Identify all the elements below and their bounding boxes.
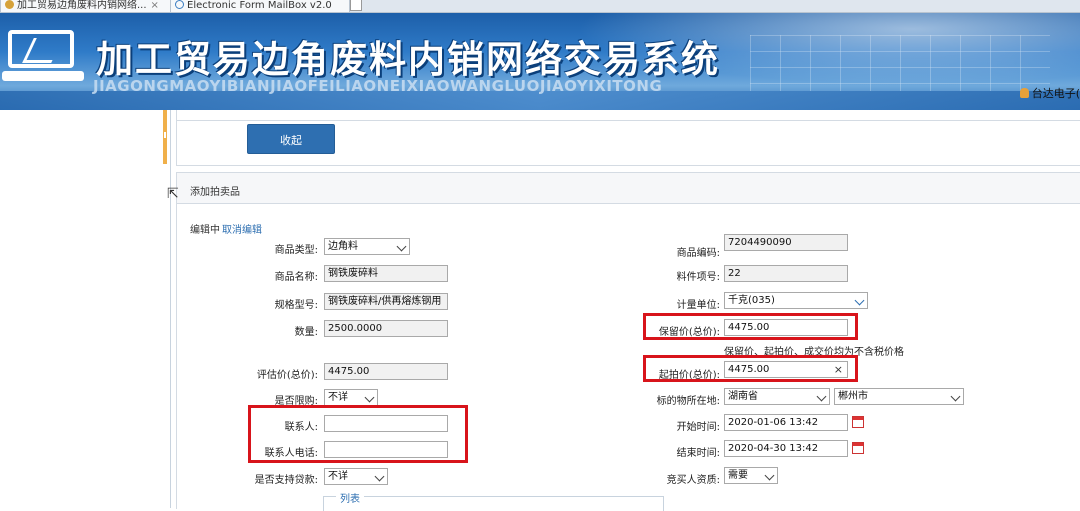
editing-label: 编辑中: [190, 225, 220, 236]
logo-icon: [8, 30, 74, 68]
browser-tab-bar: 加工贸易边角废料内销网络... × Electronic Form MailBox…: [0, 0, 1080, 13]
browser-tab-active[interactable]: 加工贸易边角废料内销网络... ×: [0, 0, 196, 12]
calendar-icon[interactable]: [852, 442, 864, 454]
start-time-input[interactable]: 2020-01-06 13:42: [724, 414, 848, 431]
sidebar-splitter-handle[interactable]: [163, 110, 167, 164]
location-label: 标的物所在地:: [656, 396, 720, 407]
appraised-price-field[interactable]: 4475.00: [324, 363, 448, 380]
chevron-down-icon: [764, 470, 775, 481]
end-time-input[interactable]: 2020-04-30 13:42: [724, 440, 848, 457]
loan-support-select[interactable]: 不详: [324, 468, 388, 485]
chevron-down-icon: [396, 241, 407, 252]
spec-model-field[interactable]: 钢铁废碎料/供再熔炼钢用: [324, 293, 448, 310]
app-title-pinyin: JIAGONGMAOYIBIANJIAOFEILIAONEIXIAOWANGLU…: [93, 77, 663, 95]
user-icon: [1019, 88, 1029, 98]
purchase-limit-select[interactable]: 不详: [324, 389, 378, 406]
product-code-label: 商品编码:: [676, 248, 720, 259]
calendar-icon[interactable]: [852, 416, 864, 428]
chevron-down-icon: [816, 391, 827, 402]
city-select[interactable]: 郴州市: [834, 388, 964, 405]
unit-label: 计量单位:: [676, 300, 720, 311]
spec-model-label: 规格型号:: [274, 300, 318, 311]
product-code-field[interactable]: 7204490090: [724, 234, 848, 251]
product-name-label: 商品名称:: [274, 272, 318, 283]
new-tab-button[interactable]: [350, 0, 362, 11]
unit-select[interactable]: 千克(035): [724, 292, 868, 309]
app-header: 加工贸易边角废料内销网络交易系统 JIAGONGMAOYIBIANJIAOFEI…: [0, 13, 1080, 110]
quantity-field[interactable]: 2500.0000: [324, 320, 448, 337]
highlight-reserve-price: [643, 313, 858, 340]
section-title: 添加拍卖品: [190, 187, 240, 198]
appraised-price-label: 评估价(总价):: [256, 370, 318, 381]
content-divider: [170, 110, 171, 508]
highlight-contact-fields: [248, 405, 468, 463]
chevron-down-icon: [950, 391, 961, 402]
close-tab-icon[interactable]: ×: [151, 0, 159, 11]
product-type-label: 商品类型:: [274, 245, 318, 256]
mouse-cursor-icon: ⇱: [167, 186, 179, 202]
browser-tab-mailbox[interactable]: Electronic Form MailBox v2.0: [170, 0, 350, 12]
app-title: 加工贸易边角废料内销网络交易系统: [96, 38, 720, 81]
product-name-field[interactable]: 钢铁废碎料: [324, 265, 448, 282]
province-select[interactable]: 湖南省: [724, 388, 830, 405]
chevron-down-icon: [854, 295, 865, 306]
cancel-edit-link[interactable]: 取消编辑: [222, 225, 262, 236]
user-info[interactable]: 台达电子(: [1019, 85, 1080, 101]
globe-icon: [175, 0, 184, 9]
end-time-label: 结束时间:: [676, 448, 720, 459]
item-no-field[interactable]: 22: [724, 265, 848, 282]
bidder-qualification-label: 竞买人资质:: [666, 475, 720, 486]
highlight-starting-price: [643, 355, 858, 382]
logo-base: [2, 71, 84, 81]
quantity-label: 数量:: [294, 327, 318, 338]
list-legend: 列表: [336, 490, 364, 505]
list-fieldset: [323, 496, 664, 511]
editing-status: 编辑中 取消编辑: [190, 221, 262, 236]
product-type-select[interactable]: 边角料: [324, 238, 410, 255]
start-time-label: 开始时间:: [676, 422, 720, 433]
item-no-label: 料件项号:: [676, 272, 720, 283]
collapse-button[interactable]: 收起: [247, 124, 335, 154]
chevron-down-icon: [364, 392, 375, 403]
bidder-qualification-select[interactable]: 需要: [724, 467, 778, 484]
chevron-down-icon: [374, 471, 385, 482]
site-icon: [5, 0, 14, 9]
section-header: 添加拍卖品: [177, 173, 1080, 204]
loan-support-label: 是否支持贷款:: [254, 475, 318, 486]
